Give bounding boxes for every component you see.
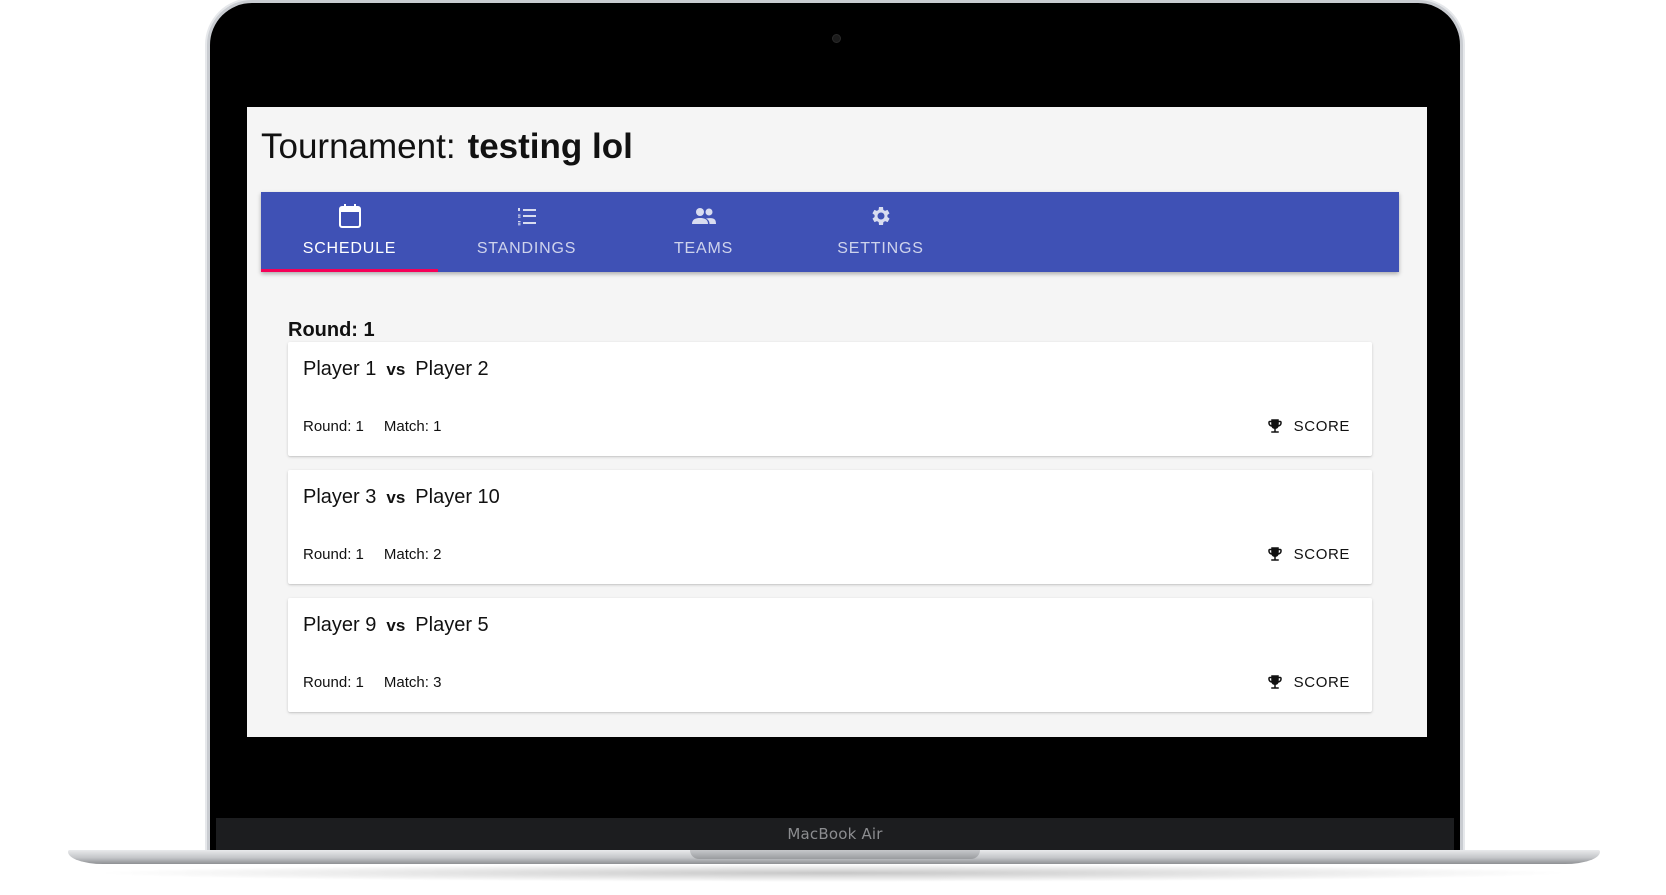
page-title: Tournament: testing lol [261, 127, 633, 167]
round-number: Round: 1 [303, 418, 364, 435]
tab-teams[interactable]: TEAMS [615, 192, 792, 272]
player-two: Player 2 [415, 358, 489, 380]
player-one: Player 9 [303, 614, 377, 636]
vs-label: vs [386, 360, 406, 379]
match-number: Match: 1 [383, 418, 442, 435]
active-tab-indicator [261, 269, 438, 272]
tournament-name: testing lol [467, 127, 633, 166]
score-button-label: SCORE [1293, 545, 1350, 563]
title-label: Tournament: [261, 127, 456, 166]
tab-schedule[interactable]: SCHEDULE [261, 192, 438, 272]
matchup: Player 9 vs Player 5 [303, 614, 489, 637]
score-button[interactable]: SCORE [1266, 410, 1350, 442]
match-number: Match: 2 [383, 546, 442, 563]
vs-label: vs [386, 616, 406, 635]
gear-icon [792, 203, 969, 229]
round-number: Round: 1 [303, 674, 364, 691]
player-one: Player 3 [303, 486, 377, 508]
matchup: Player 3 vs Player 10 [303, 486, 500, 509]
tab-settings-label: SETTINGS [837, 240, 924, 257]
laptop-brand-label: MacBook Air [787, 825, 883, 843]
match-meta: Round: 1 Match: 3 [303, 674, 441, 691]
calendar-icon [261, 203, 438, 229]
laptop-base-notch [690, 850, 980, 859]
match-card: Player 9 vs Player 5 Round: 1 Match: 3 SCOR… [288, 598, 1372, 712]
score-button[interactable]: SCORE [1266, 666, 1350, 698]
trophy-icon [1267, 547, 1282, 561]
people-icon [615, 203, 792, 229]
vs-label: vs [386, 488, 406, 507]
laptop-base-shadow [90, 864, 1576, 882]
match-number: Match: 3 [383, 674, 442, 691]
tab-teams-label: TEAMS [673, 240, 734, 257]
player-two: Player 10 [415, 486, 500, 508]
tab-standings-label: STANDINGS [476, 240, 577, 257]
round-number: Round: 1 [303, 546, 364, 563]
tab-settings[interactable]: SETTINGS [792, 192, 969, 272]
match-meta: Round: 1 Match: 1 [303, 418, 441, 435]
score-button-label: SCORE [1293, 417, 1350, 435]
tab-standings[interactable]: STANDINGS [438, 192, 615, 272]
round-heading: Round: 1 [288, 319, 375, 341]
match-card: Player 1 vs Player 2 Round: 1 Match: 1 SCOR… [288, 342, 1372, 456]
trophy-icon [1267, 675, 1282, 689]
match-meta: Round: 1 Match: 2 [303, 546, 441, 563]
score-button[interactable]: SCORE [1266, 538, 1350, 570]
player-one: Player 1 [303, 358, 377, 380]
score-button-label: SCORE [1293, 673, 1350, 691]
tab-schedule-label: SCHEDULE [302, 240, 397, 257]
tab-bar: SCHEDULE STANDINGS TEAMS SETTINGS [261, 192, 1399, 272]
player-two: Player 5 [415, 614, 489, 636]
trophy-icon [1267, 419, 1282, 433]
list-numbered-icon [438, 203, 615, 229]
app-screen: Tournament: testing lol SCHEDULE STANDIN… [247, 107, 1427, 737]
matchup: Player 1 vs Player 2 [303, 358, 489, 381]
match-card: Player 3 vs Player 10 Round: 1 Match: 2 SCO… [288, 470, 1372, 584]
camera-icon [832, 34, 841, 43]
